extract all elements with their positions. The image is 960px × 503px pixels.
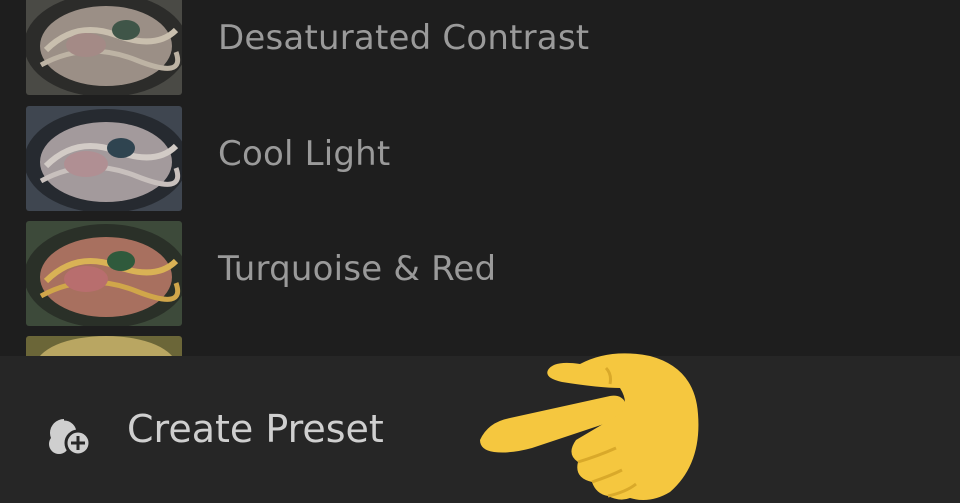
preset-label: Turquoise & Red — [218, 249, 497, 289]
preset-item-cool-light[interactable]: Cool Light — [0, 101, 960, 216]
preset-label: Cool Light — [218, 134, 391, 174]
preset-item-turquoise-red[interactable]: Turquoise & Red — [0, 216, 960, 331]
preset-thumbnail — [26, 221, 182, 326]
presets-add-icon[interactable] — [44, 414, 98, 458]
preset-thumbnail — [26, 106, 182, 211]
create-preset-button[interactable]: Create Preset — [127, 407, 384, 451]
preset-thumbnail — [26, 336, 182, 356]
preset-panel: Desaturated Contrast Cool Light Turquois… — [0, 0, 960, 503]
pointing-hand-emoji-icon — [470, 344, 710, 503]
preset-item-desaturated-contrast[interactable]: Desaturated Contrast — [0, 0, 960, 100]
preset-label: Desaturated Contrast — [218, 18, 590, 58]
preset-list: Desaturated Contrast Cool Light Turquois… — [0, 0, 960, 356]
preset-thumbnail — [26, 0, 182, 95]
